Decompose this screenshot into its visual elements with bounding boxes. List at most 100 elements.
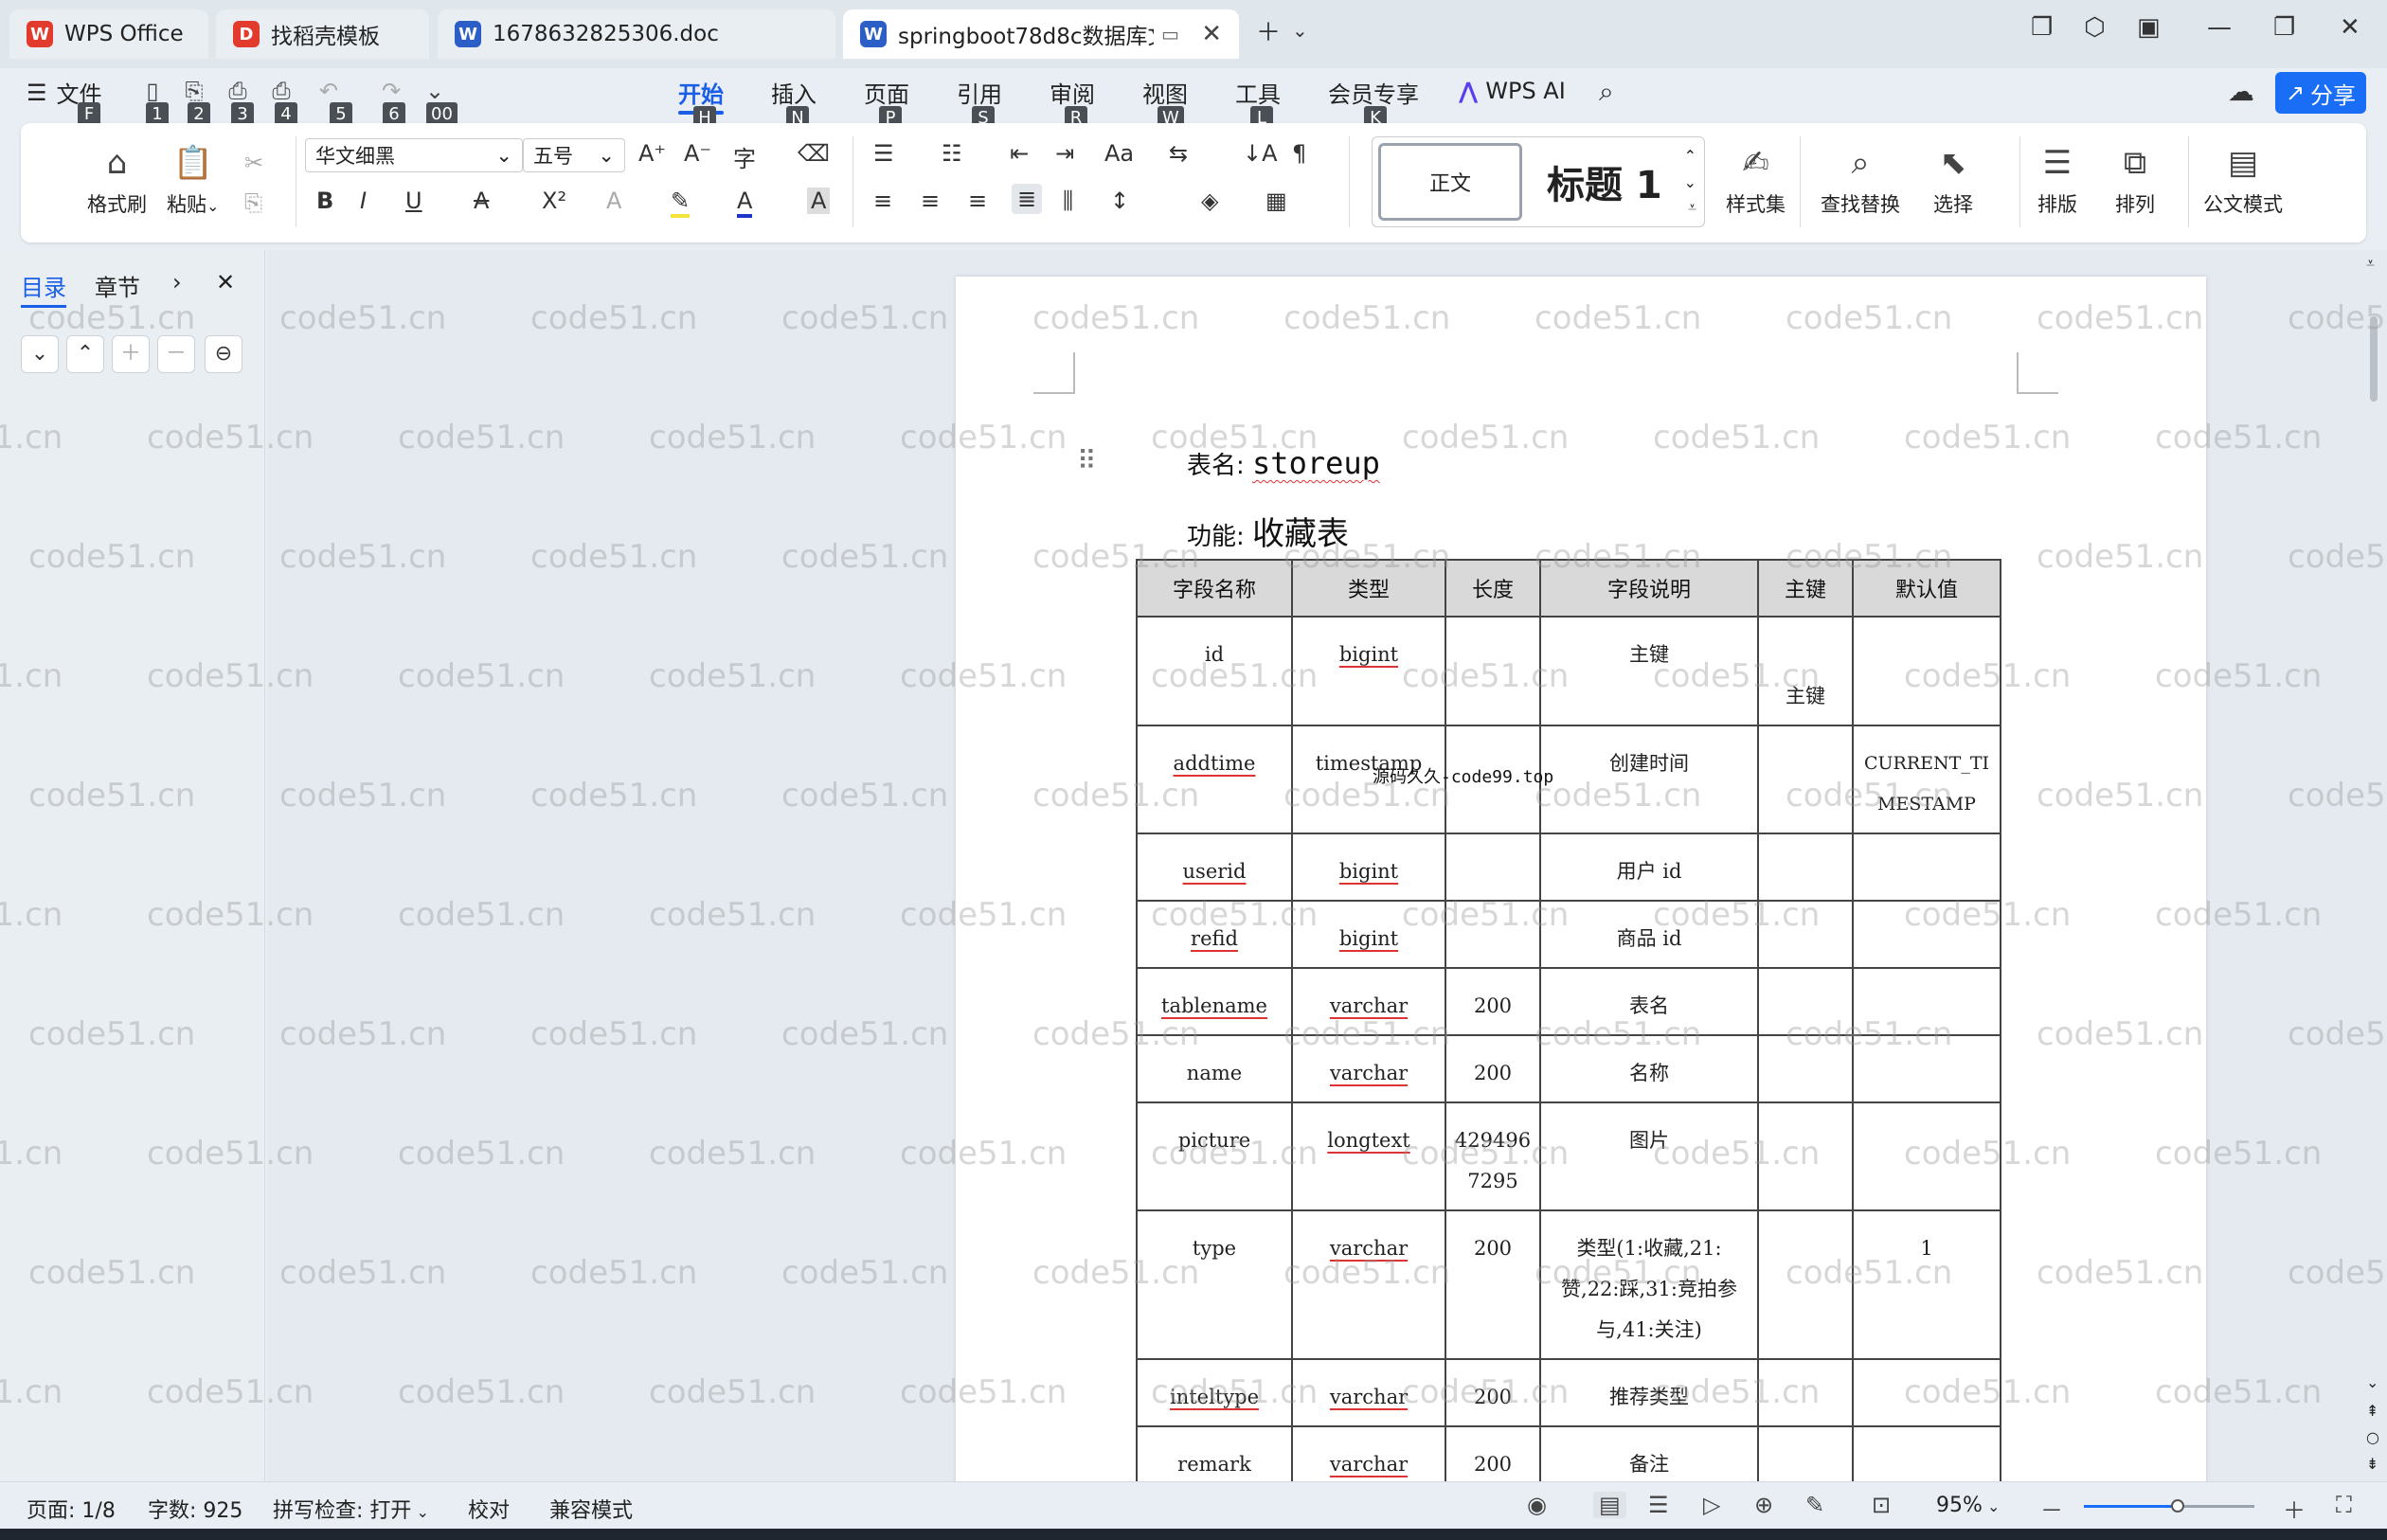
minimize-icon[interactable]: — (2207, 13, 2232, 42)
typeset-button[interactable]: ☰ 排版 (2035, 142, 2080, 218)
find-replace-button[interactable]: ⌕ 查找替换 (1821, 142, 1900, 218)
window-close-icon[interactable]: ✕ (2340, 13, 2360, 42)
window-layout-icon[interactable]: ❐ (2031, 13, 2053, 42)
focus-mode-icon[interactable]: ⊡ (1872, 1492, 1891, 1518)
chevron-down-icon[interactable]: ⌄ (1292, 19, 1308, 42)
tab-tools[interactable]: 工具 (1235, 76, 1281, 109)
style-heading-1[interactable]: 标题 1 (1547, 154, 1662, 209)
tab-toc[interactable]: 目录 (21, 269, 66, 308)
outline-view-icon[interactable]: ☰ (1648, 1492, 1669, 1518)
numbered-list-icon[interactable]: ☷ (942, 140, 962, 167)
highlight-icon[interactable]: ✎ (671, 188, 691, 218)
drag-handle-icon[interactable]: ⠿ (1077, 445, 1097, 476)
zoom-in-icon[interactable]: ＋ (2283, 1492, 2306, 1525)
style-scroll-up-icon[interactable]: ⌃ (1684, 147, 1696, 165)
tab-insert[interactable]: 插入 (771, 76, 817, 109)
tab-references[interactable]: 引用 (957, 76, 1002, 109)
arrange-button[interactable]: ⧉ 排列 (2112, 142, 2158, 218)
maximize-icon[interactable]: ❐ (2273, 13, 2295, 42)
toc-options-button[interactable]: ⊖ (205, 335, 242, 373)
increase-indent-icon[interactable]: ⇥ (1055, 140, 1074, 167)
tab-doc-1678632825306[interactable]: W 1678632825306.doc (438, 9, 835, 59)
fullscreen-icon[interactable]: ⛶ (2336, 1492, 2352, 1518)
tab-member[interactable]: 会员专享 (1328, 76, 1419, 109)
sort-icon[interactable]: ↓A (1243, 140, 1278, 167)
tab-view[interactable]: 视图 (1142, 76, 1188, 109)
style-scroll-down-icon[interactable]: ⌄ (1684, 173, 1696, 191)
zoom-slider-handle[interactable] (2171, 1499, 2184, 1513)
text-effect-icon[interactable]: A (606, 188, 621, 214)
scroll-down-icon[interactable]: ⌄ (2366, 1373, 2378, 1391)
cube-icon[interactable]: ⬡ (2084, 13, 2106, 42)
justify-icon[interactable]: ≣ (1012, 184, 1043, 214)
document-page[interactable]: ⠿ 表名: storeup 功能: 收藏表 字段名称 类型 长度 字段说明 主键… (956, 277, 2206, 1508)
zoom-level[interactable]: 95% ⌄ (1936, 1494, 2000, 1517)
grow-font-icon[interactable]: A⁺ (638, 140, 666, 167)
tab-docer-templates[interactable]: D 找稻壳模板 (216, 9, 429, 59)
remove-heading-button[interactable]: － (157, 335, 195, 373)
page-view-icon[interactable]: ▤ (1593, 1492, 1626, 1518)
font-color-icon[interactable]: A (737, 188, 753, 218)
text-direction-icon[interactable]: ⇆ (1169, 140, 1188, 167)
change-case-icon[interactable]: Aa (1104, 140, 1134, 167)
collapse-up-button[interactable]: ⌃ (66, 335, 104, 373)
tab-springboot-doc[interactable]: W springboot78d8c数据库文档 ▭ ✕ (843, 9, 1239, 59)
tab-wps-office[interactable]: W WPS Office (9, 9, 208, 59)
avatar[interactable]: ▣ (2137, 13, 2161, 42)
font-name-select[interactable]: 华文细黑 ⌄ (305, 138, 523, 172)
share-button[interactable]: ↗ 分享 (2275, 72, 2366, 114)
web-view-icon[interactable]: ⊕ (1754, 1492, 1773, 1518)
border-icon[interactable]: ▦ (1265, 188, 1287, 214)
show-marks-icon[interactable]: ¶ (1292, 140, 1306, 167)
status-compat-mode[interactable]: 兼容模式 (549, 1494, 633, 1524)
monitor-icon[interactable]: ▭ (1161, 23, 1179, 45)
shading-icon[interactable]: ◈ (1201, 188, 1218, 214)
font-size-select[interactable]: 五号 ⌄ (523, 138, 625, 172)
select-button[interactable]: ⬉ 选择 (1930, 142, 1976, 218)
distribute-icon[interactable]: ⫼ (1063, 188, 1073, 214)
close-icon[interactable]: ✕ (1201, 20, 1222, 48)
align-right-icon[interactable]: ≡ (968, 188, 987, 214)
zoom-slider[interactable] (2084, 1499, 2254, 1513)
new-tab-icon[interactable]: ＋ (1256, 13, 1281, 48)
browse-object-icon[interactable]: ○ (2366, 1428, 2379, 1446)
expand-down-button[interactable]: ⌄ (21, 335, 59, 373)
status-page[interactable]: 页面: 1/8 (27, 1494, 116, 1524)
shrink-font-icon[interactable]: A⁻ (684, 140, 711, 167)
scroll-up-icon[interactable]: ⩡ (2366, 254, 2375, 273)
scrollbar-thumb[interactable] (2370, 316, 2378, 402)
style-normal[interactable]: 正文 (1378, 143, 1522, 221)
eye-protection-icon[interactable]: ◉ (1527, 1492, 1547, 1518)
bullet-list-icon[interactable]: ☰ (873, 140, 894, 167)
underline-icon[interactable]: U (405, 188, 422, 214)
status-proofread[interactable]: 校对 (468, 1494, 510, 1524)
pen-icon[interactable]: ✎ (1805, 1492, 1824, 1518)
decrease-indent-icon[interactable]: ⇤ (1010, 140, 1029, 167)
tab-page[interactable]: 页面 (864, 76, 909, 109)
close-icon[interactable]: ✕ (216, 269, 235, 295)
tab-home[interactable]: 开始 (678, 76, 724, 115)
char-shading-icon[interactable]: A (807, 188, 831, 214)
add-heading-button[interactable]: ＋ (112, 335, 150, 373)
format-painter-button[interactable]: ⌂ 格式刷 (87, 142, 147, 218)
search-icon[interactable]: ⌕ (1599, 76, 1614, 108)
official-mode-button[interactable]: ▤ 公文模式 (2203, 142, 2283, 218)
vertical-scrollbar[interactable]: ⩡ ⌄ ⇞ ○ ⇟ (2360, 250, 2387, 1481)
wps-ai-button[interactable]: ⋀ WPS AI (1459, 78, 1566, 104)
style-set-button[interactable]: ✍ 样式集 (1726, 142, 1786, 218)
align-center-icon[interactable]: ≡ (921, 188, 940, 214)
align-left-icon[interactable]: ≡ (873, 188, 892, 214)
status-word-count[interactable]: 字数: 925 (148, 1494, 242, 1524)
chevron-right-icon[interactable]: › (172, 269, 182, 295)
tab-chapter[interactable]: 章节 (95, 269, 140, 302)
cloud-upload-icon[interactable]: ☁ (2228, 76, 2254, 107)
italic-icon[interactable]: I (360, 188, 367, 214)
prev-page-icon[interactable]: ⇞ (2366, 1402, 2378, 1420)
style-expand-icon[interactable]: ⩡ (1688, 198, 1696, 217)
status-spell-check[interactable]: 拼写检查: 打开 ⌄ (273, 1494, 429, 1524)
line-spacing-icon[interactable]: ↕ (1110, 188, 1129, 214)
zoom-out-icon[interactable]: － (2040, 1492, 2063, 1525)
paste-button[interactable]: 📋 粘贴⌄ (167, 142, 219, 218)
clear-format-icon[interactable]: ⌫ (798, 140, 830, 167)
phonetic-guide-icon[interactable]: 字 (733, 140, 756, 173)
